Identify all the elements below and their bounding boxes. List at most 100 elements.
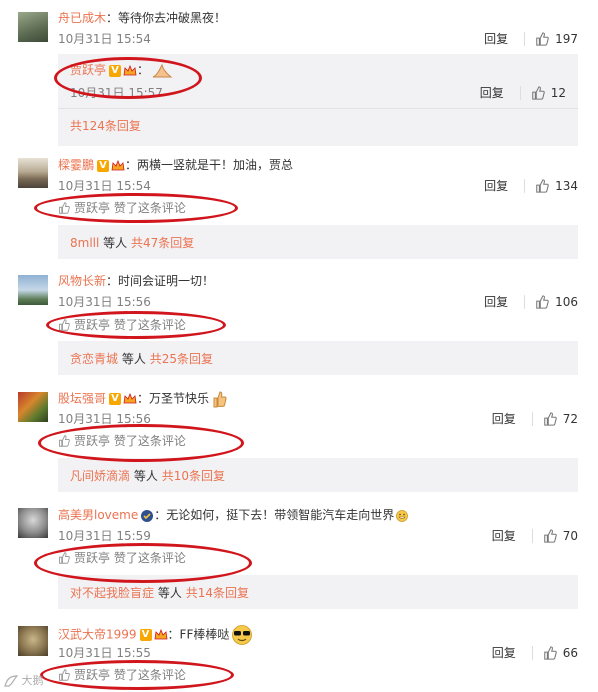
reply-user[interactable]: 对不起我脸盲症 [70, 586, 154, 600]
liked-by-text: 贾跃亭 赞了这条评论 [74, 318, 186, 332]
thumbs-up-icon [543, 646, 557, 660]
view-more-replies-link[interactable]: 凡间娇滴滴 等人 共10条回复 [70, 468, 225, 484]
reply-count[interactable]: 共47条回复 [131, 236, 194, 250]
thumbs-up-icon [543, 529, 557, 543]
reply-button[interactable]: 回复 [492, 411, 516, 427]
comment-username[interactable]: 股坛强哥 [58, 392, 106, 406]
like-button[interactable]: 70 [543, 528, 578, 544]
sunglasses-face-icon [232, 625, 253, 645]
view-more-replies-link[interactable]: 共124条回复 [70, 118, 141, 134]
like-button[interactable]: 72 [543, 411, 578, 427]
thumbs-up-icon [59, 435, 70, 447]
reply-user[interactable]: 8mlll [70, 236, 99, 250]
watermark-text: 大鹅 [21, 674, 44, 687]
thumbs-up-icon [59, 319, 70, 331]
like-button[interactable]: 12 [531, 85, 566, 101]
avatar[interactable] [18, 392, 48, 422]
avatar[interactable] [18, 158, 48, 188]
reply-user[interactable]: 凡间娇滴滴 [70, 469, 130, 483]
crown-badge-icon [111, 159, 125, 170]
divider [531, 646, 533, 660]
view-more-replies-link[interactable]: 8mlll 等人 共47条回复 [70, 235, 194, 251]
thumbs-up-emoji-icon [213, 391, 227, 408]
like-button[interactable]: 66 [543, 645, 578, 661]
reply-text: ： [137, 63, 150, 77]
thumbs-up-icon [59, 669, 70, 681]
reply-mid: 等人 [133, 469, 158, 483]
divider [531, 529, 533, 543]
like-count: 72 [562, 412, 578, 426]
like-button[interactable]: 134 [535, 178, 578, 194]
comment-text: ：等待你去冲破黑夜！ [106, 11, 227, 25]
reply-time: 10月31日 15:57 [70, 86, 163, 100]
comment-username[interactable]: 风物长新 [58, 274, 106, 288]
watermark-logo-icon [4, 675, 19, 687]
like-count: 106 [555, 295, 578, 309]
comment-username[interactable]: 汉武大帝1999 [58, 628, 137, 642]
thumbs-up-icon [536, 295, 549, 309]
crown-badge-icon [123, 393, 137, 404]
reply-button[interactable]: 回复 [480, 85, 504, 101]
verified-icon: V [97, 159, 110, 172]
comment-time: 10月31日 15:59 [58, 529, 151, 543]
avatar[interactable] [18, 508, 48, 538]
thumbs-up-icon [531, 86, 545, 100]
thumbs-up-icon [543, 412, 557, 426]
like-count: 70 [562, 529, 578, 543]
divider [519, 86, 521, 100]
comment-time: 10月31日 15:54 [58, 32, 151, 46]
divider [524, 32, 526, 46]
liked-by-author: 贾跃亭 赞了这条评论 [58, 200, 186, 216]
divider [524, 179, 526, 193]
comment-text: ：两横一竖就是干！加油，贾总 [125, 158, 294, 172]
reply-count[interactable]: 共10条回复 [162, 469, 225, 483]
reply-count[interactable]: 共14条回复 [186, 586, 249, 600]
reply-button[interactable]: 回复 [484, 294, 508, 310]
avatar[interactable] [18, 275, 48, 305]
divider [58, 108, 578, 109]
divider [531, 412, 533, 426]
reply-user[interactable]: 贪恋青城 [70, 352, 118, 366]
verified-icon: V [109, 393, 122, 405]
crown-badge-icon [154, 629, 168, 640]
like-button[interactable]: 106 [535, 294, 578, 310]
comment-time: 10月31日 15:54 [58, 179, 151, 193]
thumbs-up-icon [536, 179, 549, 193]
reply-count[interactable]: 共25条回复 [150, 352, 213, 366]
reply-button[interactable]: 回复 [484, 178, 508, 194]
reply-button[interactable]: 回复 [484, 31, 508, 47]
watermark: 大鹅 [4, 672, 44, 688]
liked-by-text: 贾跃亭 赞了这条评论 [74, 668, 186, 682]
liked-by-text: 贾跃亭 赞了这条评论 [74, 434, 186, 448]
view-more-replies-link[interactable]: 贪恋青城 等人 共25条回复 [70, 351, 213, 367]
verified-icon: V [109, 64, 122, 77]
reply-username[interactable]: 贾跃亭 [70, 63, 106, 77]
reply-mid: 等人 [121, 352, 146, 366]
comment-text: ：无论如何，挺下去！带领智能汽车走向世界 [154, 508, 395, 522]
reply-button[interactable]: 回复 [492, 645, 516, 661]
member-badge-icon [141, 509, 154, 522]
liked-by-text: 贾跃亭 赞了这条评论 [74, 201, 186, 215]
like-count: 197 [555, 32, 578, 46]
comment-time: 10月31日 15:56 [58, 412, 151, 426]
liked-by-author: 贾跃亭 赞了这条评论 [58, 550, 186, 566]
praying-hands-icon [152, 63, 173, 77]
crown-badge-icon [123, 64, 137, 75]
avatar[interactable] [18, 626, 48, 656]
comment-username[interactable]: 高美男loveme [58, 508, 138, 522]
like-button[interactable]: 197 [535, 31, 578, 47]
divider [524, 295, 526, 309]
comment-text: ：FF棒棒哒 [167, 627, 230, 642]
like-count: 66 [562, 646, 578, 660]
comment-time: 10月31日 15:56 [58, 295, 151, 309]
comment-username[interactable]: 樑霎鵬 [58, 158, 94, 172]
reply-button[interactable]: 回复 [492, 528, 516, 544]
thumbs-up-icon [59, 552, 70, 564]
like-count: 12 [550, 86, 566, 100]
reply-box: 贾跃亭 V ： 10月31日 15:57 回复 12 共124条回复 [58, 54, 578, 146]
reply-mid: 等人 [103, 236, 128, 250]
view-more-replies-link[interactable]: 对不起我脸盲症 等人 共14条回复 [70, 585, 249, 601]
avatar[interactable] [18, 12, 48, 42]
like-count: 134 [555, 179, 578, 193]
comment-username[interactable]: 舟已成木 [58, 11, 106, 25]
